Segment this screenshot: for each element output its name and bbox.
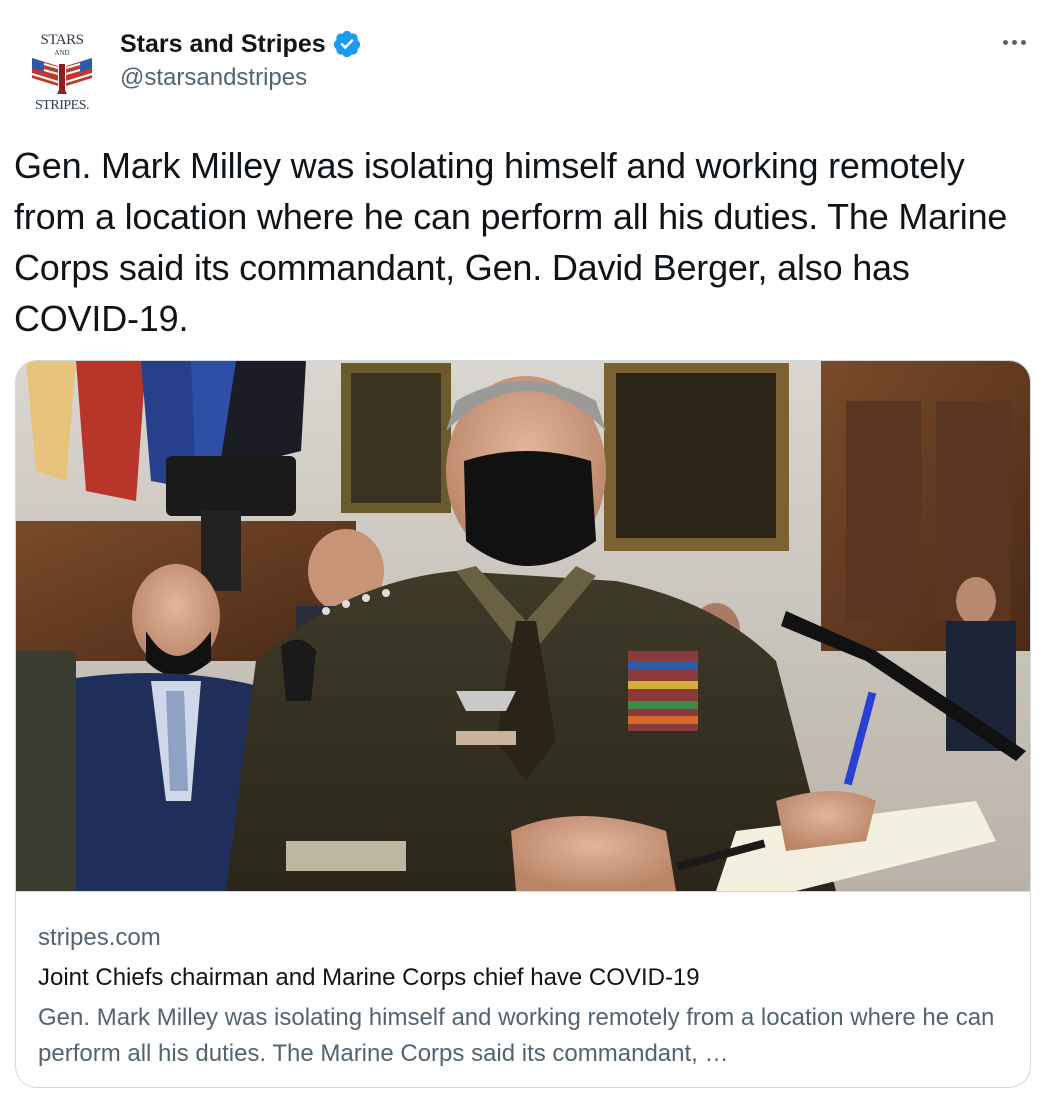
card-title[interactable]: Joint Chiefs chairman and Marine Corps c… — [38, 964, 700, 992]
card-meta: stripes.com Joint Chiefs chairman and Ma… — [16, 891, 1030, 1087]
display-name[interactable]: Stars and Stripes — [120, 30, 326, 59]
display-name-row: Stars and Stripes — [120, 28, 362, 60]
author-names: Stars and Stripes @starsandstripes — [120, 28, 362, 92]
avatar-logo-text-bottom: STRIPES. — [35, 98, 89, 113]
card-domain: stripes.com — [38, 924, 161, 951]
card-image[interactable] — [16, 361, 1030, 891]
more-dot — [1020, 39, 1026, 45]
avatar[interactable]: STARS AND STRIPES. — [22, 32, 102, 116]
tweet-text: Gen. Mark Milley was isolating himself a… — [14, 145, 1008, 339]
more-options-icon[interactable] — [996, 24, 1032, 60]
verified-badge-icon — [333, 30, 360, 58]
tweet: STARS AND STRIPES. Stars and Stripes @st… — [0, 0, 1050, 1106]
hearing-photo — [16, 361, 1030, 891]
more-dot — [1002, 39, 1008, 45]
author-handle[interactable]: @starsandstripes — [120, 64, 362, 92]
avatar-logo-text-top: STARS — [40, 32, 84, 48]
more-dot — [1011, 39, 1017, 45]
card-description: Gen. Mark Milley was isolating himself a… — [38, 1004, 995, 1067]
link-card[interactable]: stripes.com Joint Chiefs chairman and Ma… — [15, 360, 1031, 1088]
tweet-header: STARS AND STRIPES. Stars and Stripes @st… — [14, 18, 1036, 113]
flags-logo-icon — [31, 58, 93, 94]
